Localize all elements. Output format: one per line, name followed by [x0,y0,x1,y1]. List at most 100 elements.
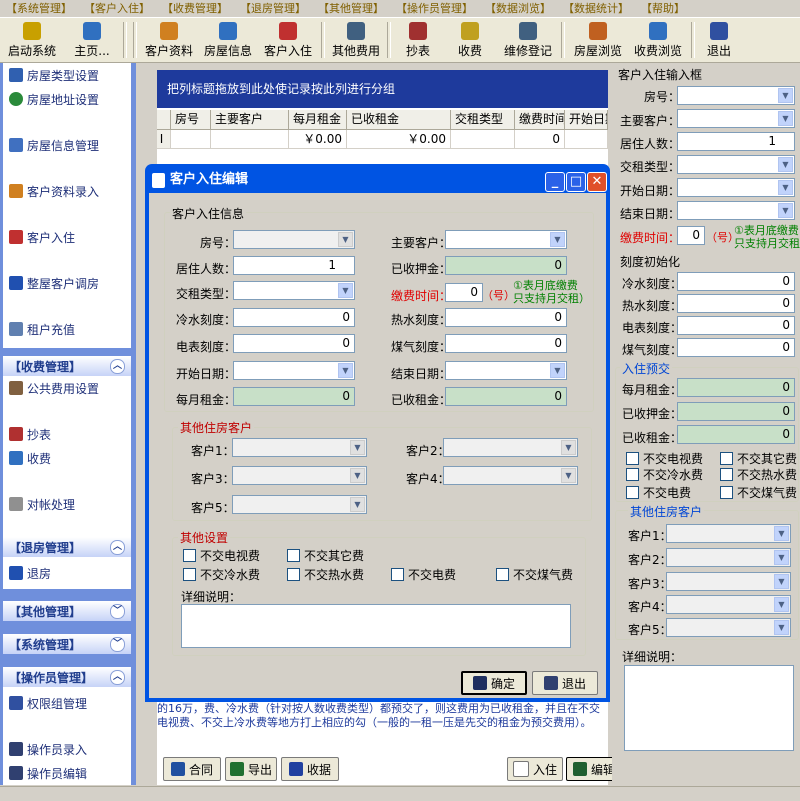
sidebar-item-checkin[interactable]: 客户入住 [3,225,131,249]
menu-item-3[interactable]: 【退房管理】 [234,0,312,17]
table-cell[interactable] [211,130,289,149]
toolbar-button-1[interactable]: 主页... [64,18,120,62]
toolbar-button-9[interactable]: 房屋浏览 [568,18,628,62]
no-hot-checkbox[interactable]: 不交热水费 [720,466,797,483]
pay-time-input[interactable]: 0 [677,226,705,245]
dlg-cold-input[interactable]: 0 [233,308,355,327]
table-cell[interactable] [171,130,211,149]
start-date-picker[interactable]: ▼ [677,178,795,197]
room-select[interactable]: ▼ [677,86,795,105]
cold-reading-input[interactable]: 0 [677,272,795,291]
toolbar-button-6[interactable]: 抄表 [394,18,442,62]
column-header[interactable]: 缴费时间 [515,110,565,129]
gas-reading-input[interactable]: 0 [677,338,795,357]
sidebar-item-customer-entry[interactable]: 客户资料录入 [3,179,131,203]
minimize-button[interactable]: _ [545,172,565,192]
fee-management-header[interactable]: 【收费管理】 ︿ [3,356,131,376]
contract-button[interactable]: 合同 [163,757,221,781]
menu-item-8[interactable]: 【帮助】 [635,0,691,17]
menu-item-0[interactable]: 【系统管理】 [0,0,78,17]
toolbar-button-0[interactable]: 启动系统 [0,18,64,62]
customer3-select[interactable]: ▼ [666,572,791,591]
dlg-elec-input[interactable]: 0 [233,334,355,353]
no-gas-checkbox[interactable]: 不交煤气费 [720,484,797,501]
table-cell[interactable]: ￥0.00 [347,130,451,149]
toolbar-button-4[interactable]: 客户入住 [258,18,318,62]
dlg-customer3-select[interactable]: ▼ [232,466,367,485]
column-header[interactable]: 已收租金 [347,110,451,129]
sidebar-item-checkout[interactable]: 退房 [3,561,131,585]
exit-button[interactable]: 退出 [532,671,598,695]
dlg-room-select[interactable]: ▼ [233,230,355,249]
system-management-header[interactable]: 【系统管理】 ﹀ [3,634,131,654]
toolbar-button-5[interactable]: 其他费用 [328,18,384,62]
menu-item-6[interactable]: 【数据浏览】 [479,0,557,17]
toolbar-button-2[interactable]: 客户资料 [140,18,198,62]
other-management-header[interactable]: 【其他管理】 ﹀ [3,601,131,621]
hot-reading-input[interactable]: 0 [677,294,795,313]
column-header[interactable]: 每月租金 [289,110,347,129]
receipt-button[interactable]: 收据 [281,757,339,781]
table-row[interactable]: I ￥0.00 ￥0.00 0 [157,130,608,149]
maximize-button[interactable]: □ [566,172,586,192]
group-by-area[interactable]: 把列标题拖放到此处使记录按此列进行分组 [157,70,608,108]
dlg-start-date-picker[interactable]: ▼ [233,361,355,380]
residents-stepper[interactable]: 1 [677,132,795,151]
export-button[interactable]: 导出 [225,757,277,781]
sidebar-item-house-type[interactable]: 房屋类型设置 [3,63,131,87]
dlg-no-tv-checkbox[interactable]: 不交电视费 [183,547,260,564]
toolbar-button-10[interactable]: 收费浏览 [628,18,688,62]
column-header[interactable]: 房号 [171,110,211,129]
table-cell[interactable]: I [157,130,171,149]
ok-button[interactable]: 确定 [461,671,527,695]
table-cell[interactable]: ￥0.00 [289,130,347,149]
sidebar-item-reconcile[interactable]: 对帐处理 [3,492,131,516]
customer4-select[interactable]: ▼ [666,595,791,614]
table-cell[interactable] [451,130,515,149]
menu-item-1[interactable]: 【客户入住】 [78,0,156,17]
sidebar-item-operator-entry[interactable]: 操作员录入 [3,737,131,761]
sidebar-item-house-info[interactable]: 房屋信息管理 [3,133,131,157]
dlg-hot-input[interactable]: 0 [445,308,567,327]
sidebar-item-room-change[interactable]: 整屋客户调房 [3,271,131,295]
dlg-main-customer-select[interactable]: ▼ [445,230,567,249]
menu-item-4[interactable]: 【其他管理】 [312,0,390,17]
dlg-no-hot-checkbox[interactable]: 不交热水费 [287,566,364,583]
rent-type-select[interactable]: ▼ [677,155,795,174]
menu-item-7[interactable]: 【数据统计】 [557,0,635,17]
sidebar-item-house-address[interactable]: 房屋地址设置 [3,87,131,111]
sidebar-item-meter-reading[interactable]: 抄表 [3,422,131,446]
dlg-no-elec-checkbox[interactable]: 不交电费 [391,566,456,583]
dlg-detail-textarea[interactable] [181,604,571,648]
dlg-gas-input[interactable]: 0 [445,334,567,353]
close-button[interactable]: ✕ [587,172,607,192]
sidebar-item-operator-edit[interactable]: 操作员编辑 [3,761,131,785]
column-header[interactable] [157,110,171,129]
elec-reading-input[interactable]: 0 [677,316,795,335]
dlg-customer1-select[interactable]: ▼ [232,438,367,457]
dlg-no-gas-checkbox[interactable]: 不交煤气费 [496,566,573,583]
toolbar-button-11[interactable]: 退出 [698,18,740,62]
operator-management-header[interactable]: 【操作员管理】 ︿ [3,667,131,687]
toolbar-button-8[interactable]: 维修登记 [498,18,558,62]
no-tv-checkbox[interactable]: 不交电视费 [626,450,703,467]
checkout-management-header[interactable]: 【退房管理】 ︿ [3,537,131,557]
toolbar-button-3[interactable]: 房屋信息 [198,18,258,62]
customer1-select[interactable]: ▼ [666,524,791,543]
sidebar-item-permission-group[interactable]: 权限组管理 [3,691,131,715]
dlg-no-other-checkbox[interactable]: 不交其它费 [287,547,364,564]
detail-textarea[interactable] [624,665,794,751]
dlg-customer4-select[interactable]: ▼ [443,466,578,485]
column-header[interactable]: 交租类型 [451,110,515,129]
no-elec-checkbox[interactable]: 不交电费 [626,484,691,501]
table-cell[interactable]: 0 [515,130,565,149]
customer5-select[interactable]: ▼ [666,618,791,637]
toolbar-button-7[interactable]: 收费 [442,18,498,62]
dlg-rent-type-select[interactable]: ▼ [233,281,355,300]
dlg-customer5-select[interactable]: ▼ [232,495,367,514]
table-cell[interactable] [565,130,608,149]
dlg-residents-stepper[interactable]: 1 [233,256,355,275]
sidebar-item-recharge[interactable]: 租户充值 [3,317,131,341]
customer2-select[interactable]: ▼ [666,548,791,567]
dlg-customer2-select[interactable]: ▼ [443,438,578,457]
